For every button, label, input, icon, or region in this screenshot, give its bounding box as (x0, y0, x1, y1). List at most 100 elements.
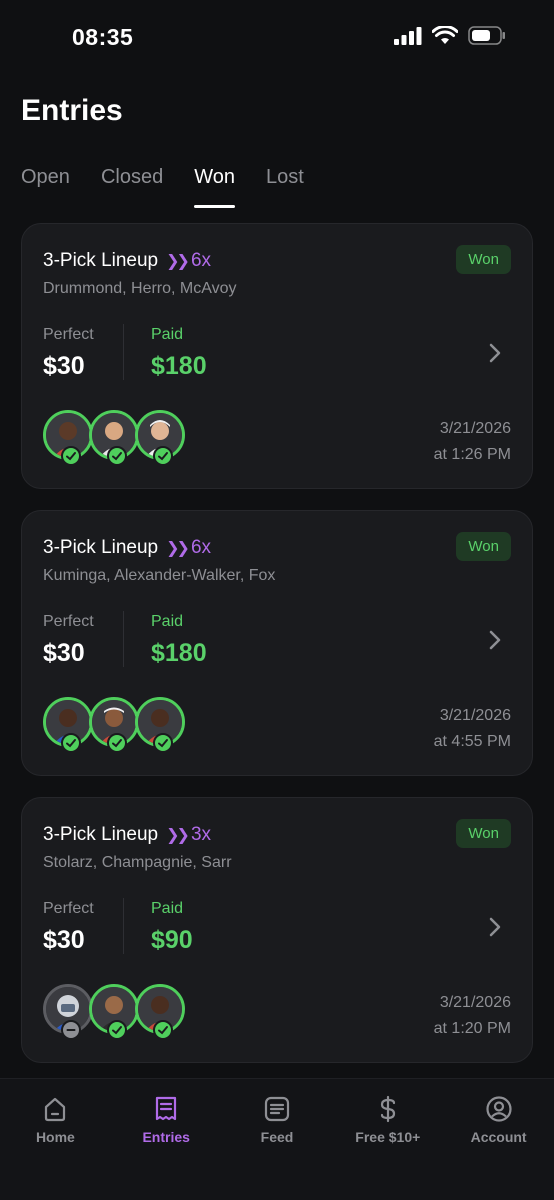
entry-date: 3/21/2026 at 1:26 PM (434, 416, 511, 468)
multiplier: ❯❯ 6x (166, 537, 211, 559)
chevron-right-icon[interactable] (488, 342, 502, 364)
chevron-right-icon[interactable] (488, 629, 502, 651)
status-icons (394, 26, 506, 45)
check-icon (153, 733, 173, 753)
tab-open[interactable]: Open (21, 166, 70, 208)
entry-date-time: at 1:26 PM (433, 446, 511, 463)
perfect-label: Perfect (43, 326, 94, 343)
player-avatar (43, 984, 93, 1040)
tab-lost[interactable]: Lost (266, 166, 304, 208)
player-avatar (43, 697, 93, 753)
paid-value: $90 (151, 926, 193, 954)
player-avatar (135, 984, 185, 1040)
nav-account[interactable]: Account (443, 1079, 554, 1200)
multiplier-value: 6x (190, 537, 212, 558)
entry-date-time: at 1:20 PM (433, 1020, 511, 1037)
multiplier: ❯❯ 6x (166, 250, 211, 272)
double-chevron-icon: ❯❯ (166, 540, 190, 557)
perfect-value: $30 (43, 639, 85, 667)
page-title: Entries (21, 94, 123, 127)
paid-label: Paid (151, 613, 184, 630)
nav-feed-label: Feed (260, 1129, 294, 1145)
double-chevron-icon: ❯❯ (166, 253, 190, 270)
player-avatar (89, 984, 139, 1040)
nav-entries[interactable]: Entries (111, 1079, 222, 1200)
nav-free-credit-label: Free $10+ (355, 1129, 421, 1145)
stat-divider (123, 898, 124, 954)
multiplier-value: 3x (190, 824, 212, 845)
status-bar: 08:35 (0, 0, 554, 70)
nav-home-label: Home (35, 1129, 75, 1145)
nav-home[interactable]: Home (0, 1079, 111, 1200)
entry-title: 3-Pick Lineup ❯❯ 6x (43, 250, 211, 272)
entry-card[interactable]: 3-Pick Lineup ❯❯ 3x Stolarz, Champagnie,… (21, 797, 533, 1063)
minus-icon (61, 1020, 81, 1040)
check-icon (107, 446, 127, 466)
player-avatars (43, 697, 185, 753)
entry-date-day: 3/21/2026 (439, 994, 511, 1011)
paid-value: $180 (151, 352, 207, 380)
player-avatars (43, 410, 185, 466)
player-avatar (89, 697, 139, 753)
nav-feed[interactable]: Feed (222, 1079, 333, 1200)
stat-divider (123, 324, 124, 380)
feed-icon (264, 1096, 290, 1122)
player-avatars (43, 984, 185, 1040)
chevron-right-icon[interactable] (488, 916, 502, 938)
entry-players: Kuminga, Alexander-Walker, Fox (43, 567, 276, 584)
nav-free-credit[interactable]: Free $10+ (332, 1079, 443, 1200)
perfect-value: $30 (43, 352, 85, 380)
paid-label: Paid (151, 900, 184, 917)
lineup-type: 3-Pick Lineup (43, 250, 159, 271)
multiplier: ❯❯ 3x (166, 824, 211, 846)
perfect-value: $30 (43, 926, 85, 954)
status-time: 08:35 (72, 24, 134, 50)
paid-value: $180 (151, 639, 207, 667)
player-avatar (43, 410, 93, 466)
check-icon (61, 733, 81, 753)
double-chevron-icon: ❯❯ (166, 827, 190, 844)
check-icon (107, 733, 127, 753)
check-icon (61, 446, 81, 466)
player-avatar (89, 410, 139, 466)
battery-icon (468, 26, 505, 45)
entry-card[interactable]: 3-Pick Lineup ❯❯ 6x Kuminga, Alexander-W… (21, 510, 533, 776)
status-badge: Won (456, 245, 511, 274)
entries-list: 3-Pick Lineup ❯❯ 6x Drummond, Herro, McA… (21, 223, 533, 1084)
status-badge: Won (456, 819, 511, 848)
entry-date: 3/21/2026 at 1:20 PM (434, 990, 511, 1042)
multiplier-value: 6x (190, 250, 212, 271)
entry-date-day: 3/21/2026 (439, 420, 511, 437)
entry-players: Drummond, Herro, McAvoy (43, 280, 237, 297)
home-icon (45, 1097, 66, 1122)
dollar-icon (380, 1095, 395, 1123)
check-icon (153, 1020, 173, 1040)
entry-date: 3/21/2026 at 4:55 PM (434, 703, 511, 755)
player-avatar (135, 697, 185, 753)
player-avatar (135, 410, 185, 466)
paid-label: Paid (151, 326, 184, 343)
check-icon (107, 1020, 127, 1040)
nav-account-label: Account (470, 1129, 527, 1145)
check-icon (153, 446, 173, 466)
status-badge: Won (456, 532, 511, 561)
entry-title: 3-Pick Lineup ❯❯ 3x (43, 824, 211, 846)
wifi-icon (432, 26, 458, 44)
nav-entries-label: Entries (142, 1129, 190, 1145)
tab-won[interactable]: Won (194, 166, 235, 208)
lineup-type: 3-Pick Lineup (43, 824, 159, 845)
cellular-signal-icon (394, 26, 422, 45)
entry-tabs: Open Closed Won Lost (21, 166, 335, 208)
perfect-label: Perfect (43, 613, 94, 630)
entry-title: 3-Pick Lineup ❯❯ 6x (43, 537, 211, 559)
stat-divider (123, 611, 124, 667)
entry-date-day: 3/21/2026 (439, 707, 511, 724)
bottom-nav: Home Entries Feed Free $10+ Account (0, 1078, 554, 1200)
tab-closed[interactable]: Closed (101, 166, 163, 208)
perfect-label: Perfect (43, 900, 94, 917)
entry-date-time: at 4:55 PM (433, 733, 511, 750)
account-icon (485, 1096, 512, 1122)
lineup-type: 3-Pick Lineup (43, 537, 159, 558)
receipt-icon (156, 1096, 177, 1121)
entry-card[interactable]: 3-Pick Lineup ❯❯ 6x Drummond, Herro, McA… (21, 223, 533, 489)
